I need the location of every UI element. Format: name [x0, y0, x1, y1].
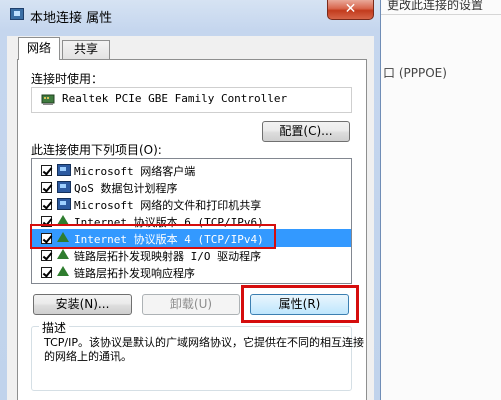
title-bar[interactable]: 本地连接 属性 ✕: [0, 0, 381, 28]
item-label: 链路层拓扑发现响应程序: [74, 267, 195, 280]
checkbox[interactable]: [41, 250, 52, 261]
checkbox[interactable]: [41, 165, 52, 176]
qos-icon: [57, 181, 71, 193]
highlight-box-properties: [241, 285, 359, 323]
tab-sharing[interactable]: 共享: [62, 40, 110, 59]
pppoe-label: 口 (PPPOE): [383, 66, 447, 80]
file-share-icon: [57, 198, 71, 210]
connect-using-label: 连接时使用：: [31, 72, 104, 86]
protocol-icon: [57, 266, 69, 276]
checkbox[interactable]: [41, 199, 52, 210]
checkbox[interactable]: [41, 267, 52, 278]
highlight-box-ipv4: [30, 224, 276, 249]
list-item[interactable]: Microsoft 网络的文件和打印机共享: [32, 195, 351, 213]
divider: [380, 14, 501, 15]
description-title: 描述: [39, 319, 70, 336]
item-label: 链路层拓扑发现映射器 I/O 驱动程序: [74, 250, 262, 263]
tab-network[interactable]: 网络: [18, 37, 60, 60]
configure-button[interactable]: 配置(C)...: [262, 121, 350, 142]
network-client-icon: [57, 164, 71, 176]
list-item[interactable]: Microsoft 网络客户端: [32, 161, 351, 179]
dialog-title: 本地连接 属性: [30, 11, 113, 26]
components-list[interactable]: Microsoft 网络客户端 QoS 数据包计划程序 Microsoft 网络…: [31, 158, 352, 284]
item-label: QoS 数据包计划程序: [74, 182, 178, 195]
background-window: [380, 0, 501, 400]
description-text: TCP/IP。该协议是默认的广域网络协议，它提供在不同的相互连接的网络上的通讯。: [44, 336, 364, 363]
list-item[interactable]: 链路层拓扑发现响应程序: [32, 263, 351, 281]
network-connection-icon: [10, 8, 24, 20]
list-item[interactable]: QoS 数据包计划程序: [32, 178, 351, 196]
checkbox[interactable]: [41, 182, 52, 193]
item-label: Microsoft 网络的文件和打印机共享: [74, 199, 262, 212]
protocol-icon: [57, 249, 69, 259]
change-settings-link[interactable]: 更改此连接的设置: [387, 0, 483, 13]
item-label: Microsoft 网络客户端: [74, 165, 196, 178]
items-label: 此连接使用下列项目(O):: [31, 143, 162, 157]
close-button[interactable]: ✕: [327, 0, 374, 20]
network-adapter-icon: [41, 94, 55, 105]
adapter-name: Realtek PCIe GBE Family Controller: [62, 92, 288, 105]
install-button[interactable]: 安装(N)...: [33, 294, 132, 315]
uninstall-button[interactable]: 卸载(U): [142, 294, 240, 315]
